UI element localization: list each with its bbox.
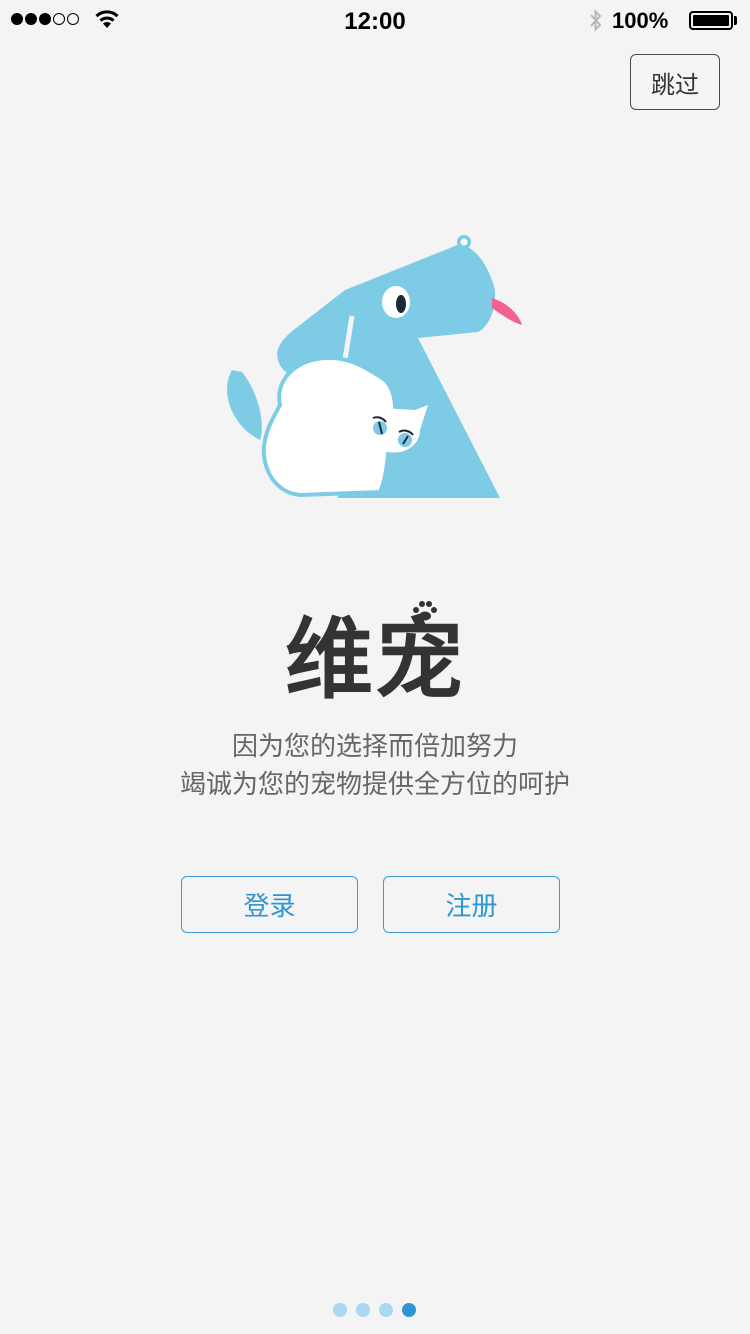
battery-percent: 100%: [612, 8, 669, 33]
register-button[interactable]: 注册: [383, 876, 560, 933]
tagline-line-2: 竭诚为您的宠物提供全方位的呵护: [179, 770, 570, 800]
page-dot-3[interactable]: [379, 1303, 393, 1317]
skip-button[interactable]: 跳过: [630, 54, 720, 110]
brand-logo-text: 维宠: [284, 608, 465, 711]
tagline: 因为您的选择而倍加努力 竭诚为您的宠物提供全方位的呵护: [0, 728, 750, 804]
tagline-line-1: 因为您的选择而倍加努力: [231, 732, 518, 762]
bluetooth-icon: [590, 9, 602, 32]
welcome-screen: 12:00 100% 跳过 维宠 因为您的选择而倍加努力 竭诚为您的宠物提供全方…: [0, 0, 750, 1334]
battery-icon: [689, 11, 733, 30]
login-button[interactable]: 登录: [181, 876, 358, 933]
page-dot-1[interactable]: [333, 1303, 347, 1317]
status-bar: 12:00 100%: [0, 0, 750, 42]
page-indicator: [333, 1303, 416, 1317]
dog-cat-illustration-icon: [227, 235, 522, 498]
page-dot-4[interactable]: [402, 1303, 416, 1317]
page-dot-2[interactable]: [356, 1303, 370, 1317]
brand-logo: 维宠: [0, 610, 750, 710]
battery-tip: [734, 16, 737, 25]
